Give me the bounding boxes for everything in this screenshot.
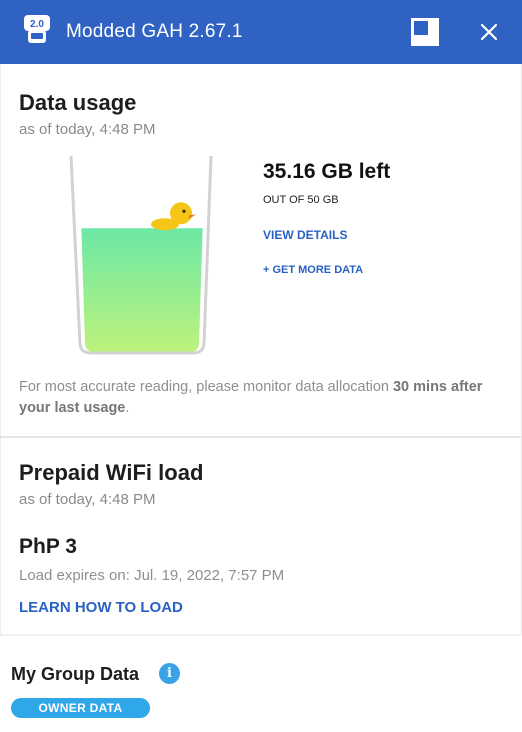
close-icon	[480, 23, 498, 41]
data-usage-timestamp: as of today, 4:48 PM	[19, 121, 156, 138]
learn-how-to-load-link[interactable]: LEARN HOW TO LOAD	[19, 599, 183, 616]
group-data-title: My Group Data	[11, 664, 140, 684]
prepaid-title: Prepaid WiFi load	[19, 460, 204, 485]
restore-button[interactable]	[410, 17, 440, 47]
accuracy-note-end: .	[125, 400, 130, 416]
close-button[interactable]	[474, 17, 504, 47]
load-expiry: Load expires on: Jul. 19, 2022, 7:57 PM	[19, 567, 285, 584]
data-usage-title: Data usage	[19, 90, 137, 115]
data-remaining: 35.16 GB left	[263, 160, 391, 183]
restore-icon	[411, 18, 439, 46]
window-title: Modded GAH 2.67.1	[66, 21, 243, 42]
owner-data-badge[interactable]: OWNER DATA	[11, 698, 150, 718]
info-icon[interactable]: i	[159, 663, 180, 684]
load-balance: PhP 3	[19, 535, 77, 558]
prepaid-timestamp: as of today, 4:48 PM	[19, 491, 156, 508]
accuracy-note: For most accurate reading, please monito…	[19, 377, 509, 419]
duck-icon	[151, 202, 196, 231]
data-total: OUT OF 50 GB	[263, 194, 339, 206]
data-usage-card: Data usage as of today, 4:48 PM 35.16 GB…	[0, 64, 522, 438]
get-more-data-link[interactable]: + GET MORE DATA	[263, 264, 363, 276]
view-details-link[interactable]: VIEW DETAILS	[263, 228, 347, 242]
accuracy-note-text: For most accurate reading, please monito…	[19, 379, 393, 395]
app-icon: 2.0	[22, 13, 52, 47]
app-icon-badge: 2.0	[30, 19, 44, 30]
title-bar: 2.0 Modded GAH 2.67.1	[0, 0, 522, 64]
prepaid-wifi-card: Prepaid WiFi load as of today, 4:48 PM P…	[0, 438, 522, 634]
group-data-card: My Group Data i OWNER DATA	[0, 636, 522, 732]
data-glass-gauge	[65, 155, 215, 356]
